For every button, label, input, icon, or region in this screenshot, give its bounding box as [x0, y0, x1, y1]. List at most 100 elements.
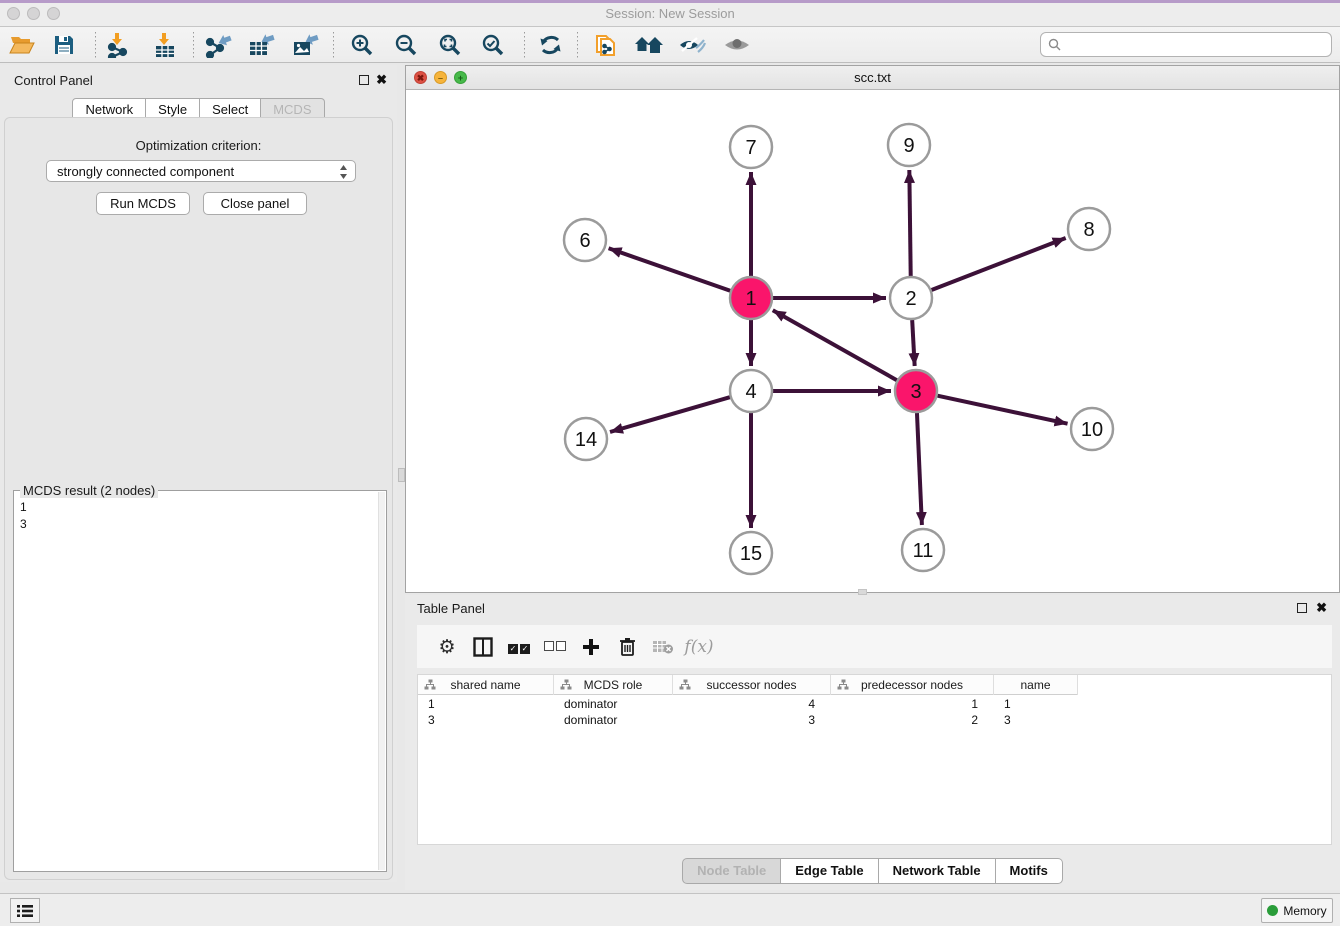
deselect-all-columns-button[interactable]	[537, 632, 573, 662]
column-header-shared-name[interactable]: shared name	[418, 675, 554, 695]
refresh-layout-button[interactable]	[534, 30, 566, 60]
zoom-selected-button[interactable]	[477, 30, 509, 60]
network-canvas[interactable]: 7 9 6 8 1 2 4 3 14 10 15 11	[406, 90, 1339, 592]
add-column-button[interactable]	[573, 632, 609, 662]
show-all-button[interactable]	[721, 30, 753, 60]
node-7[interactable]: 7	[730, 126, 772, 168]
column-header-predecessor-nodes[interactable]: predecessor nodes	[831, 675, 994, 695]
close-panel-button[interactable]: Close panel	[203, 192, 307, 215]
cell[interactable]: 1	[418, 696, 554, 712]
zoom-out-button[interactable]	[390, 30, 422, 60]
network-window-titlebar[interactable]: ✖ – + scc.txt	[406, 66, 1339, 90]
column-header-MCDS-role[interactable]: MCDS role	[554, 675, 673, 695]
table-panel: Table Panel ✖ ⚙ ✓✓	[405, 595, 1340, 890]
node-4[interactable]: 4	[730, 370, 772, 412]
gear-icon: ⚙	[438, 636, 455, 658]
edge-3-11[interactable]	[917, 413, 922, 525]
svg-text:3: 3	[910, 381, 921, 403]
column-header-name[interactable]: name	[994, 675, 1078, 695]
tab-motifs[interactable]: Motifs	[996, 858, 1063, 884]
node-3[interactable]: 3	[895, 370, 937, 412]
edge-1-6[interactable]	[609, 248, 731, 290]
edge-2-9[interactable]	[909, 170, 910, 276]
delete-column-button[interactable]	[609, 632, 645, 662]
save-session-button[interactable]	[48, 30, 80, 60]
edge-3-10[interactable]	[938, 396, 1068, 424]
search-box	[1040, 32, 1332, 57]
open-session-button[interactable]	[6, 30, 38, 60]
float-panel-icon[interactable]	[359, 75, 369, 85]
table-settings-button[interactable]: ⚙	[429, 632, 465, 662]
delete-table-button[interactable]	[645, 632, 681, 662]
hierarchy-icon	[560, 679, 572, 691]
select-all-columns-button[interactable]: ✓✓	[501, 632, 537, 662]
column-layout-button[interactable]	[465, 632, 501, 662]
node-2[interactable]: 2	[890, 277, 932, 319]
cell[interactable]: 4	[673, 696, 831, 712]
main-toolbar	[0, 27, 1340, 63]
cell[interactable]: 1	[994, 696, 1078, 712]
vertical-splitter-handle[interactable]	[398, 468, 405, 482]
import-network-button[interactable]	[102, 30, 134, 60]
import-table-button[interactable]	[149, 30, 181, 60]
svg-text:4: 4	[745, 381, 756, 403]
cell[interactable]: 1	[831, 696, 994, 712]
zoom-fit-button[interactable]	[434, 30, 466, 60]
edge-2-3[interactable]	[912, 320, 914, 366]
node-1[interactable]: 1	[730, 277, 772, 319]
edge-4-14[interactable]	[610, 397, 730, 432]
status-bar: Memory	[0, 893, 1340, 926]
hide-selected-button[interactable]	[676, 30, 708, 60]
tab-network-table[interactable]: Network Table	[879, 858, 996, 884]
node-table: shared nameMCDS rolesuccessor nodesprede…	[417, 674, 1332, 845]
criterion-dropdown[interactable]: strongly connected component	[46, 160, 356, 182]
checked-boxes-icon: ✓✓	[508, 639, 530, 654]
svg-text:10: 10	[1081, 419, 1103, 441]
run-mcds-button[interactable]: Run MCDS	[96, 192, 190, 215]
memory-button[interactable]: Memory	[1261, 898, 1333, 923]
cell[interactable]: 2	[831, 712, 994, 728]
cell[interactable]: 3	[418, 712, 554, 728]
export-network-button[interactable]	[202, 30, 234, 60]
result-scrollbar[interactable]	[378, 492, 385, 870]
network-graph: 7 9 6 8 1 2 4 3 14 10 15 11	[406, 90, 1339, 592]
close-panel-icon[interactable]: ✖	[376, 72, 387, 88]
edge-2-8[interactable]	[932, 238, 1066, 290]
zoom-fit-icon	[438, 33, 462, 57]
export-image-button[interactable]	[290, 30, 322, 60]
criterion-value: strongly connected component	[57, 164, 234, 179]
column-header-successor-nodes[interactable]: successor nodes	[673, 675, 831, 695]
toolbar-separator	[95, 32, 96, 58]
memory-status-icon	[1267, 905, 1278, 916]
edge-3-1[interactable]	[773, 310, 897, 380]
node-6[interactable]: 6	[564, 219, 606, 261]
export-table-button[interactable]	[246, 30, 278, 60]
function-builder-button[interactable]: f(x)	[681, 632, 717, 662]
cell[interactable]: 3	[994, 712, 1078, 728]
tab-node-table[interactable]: Node Table	[682, 858, 781, 884]
home-button[interactable]	[633, 30, 665, 60]
zoom-selected-icon	[481, 33, 505, 57]
mcds-tab-content: Optimization criterion: strongly connect…	[4, 117, 393, 880]
task-history-button[interactable]	[10, 898, 40, 923]
search-input[interactable]	[1065, 34, 1331, 55]
mcds-result-title: MCDS result (2 nodes)	[20, 483, 158, 498]
svg-text:11: 11	[913, 540, 934, 562]
float-panel-icon[interactable]	[1297, 603, 1307, 613]
cell[interactable]: dominator	[554, 696, 673, 712]
tab-edge-table[interactable]: Edge Table	[781, 858, 878, 884]
table-row[interactable]: 3dominator323	[418, 712, 1078, 728]
node-9[interactable]: 9	[888, 124, 930, 166]
cell[interactable]: 3	[673, 712, 831, 728]
cell[interactable]: dominator	[554, 712, 673, 728]
node-15[interactable]: 15	[730, 532, 772, 574]
zoom-in-button[interactable]	[346, 30, 378, 60]
node-11[interactable]: 11	[902, 529, 944, 571]
node-10[interactable]: 10	[1071, 408, 1113, 450]
import-network-icon	[105, 32, 131, 58]
close-panel-icon[interactable]: ✖	[1316, 600, 1327, 616]
node-14[interactable]: 14	[565, 418, 607, 460]
node-8[interactable]: 8	[1068, 208, 1110, 250]
clone-network-button[interactable]	[589, 30, 621, 60]
table-row[interactable]: 1dominator411	[418, 696, 1078, 712]
